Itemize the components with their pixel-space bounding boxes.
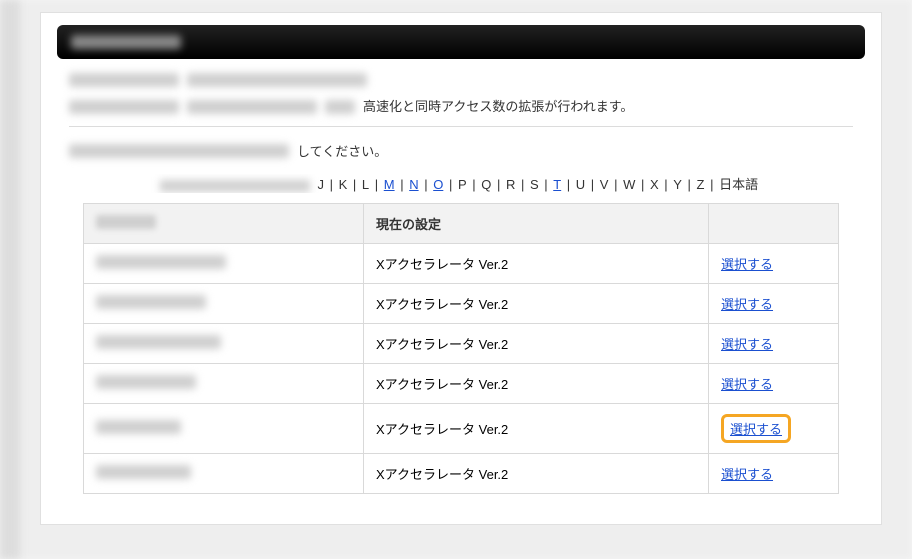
alpha-item-U: U xyxy=(574,177,587,192)
current-setting-cell: Xアクセラレータ Ver.2 xyxy=(364,324,709,364)
select-link[interactable]: 選択する xyxy=(730,422,782,437)
alpha-item-Q: Q xyxy=(479,177,493,192)
table-header-action xyxy=(709,204,839,244)
current-setting-cell: Xアクセラレータ Ver.2 xyxy=(364,284,709,324)
description-text: 高速化と同時アクセス数の拡張が行われます。 xyxy=(363,95,633,118)
action-cell: 選択する xyxy=(709,364,839,404)
alpha-index-nav: J | K | L | M | N | O | P | Q | R | S | … xyxy=(101,174,821,193)
domain-cell xyxy=(84,244,364,284)
alpha-link-N[interactable]: N xyxy=(407,177,420,192)
alpha-link-T[interactable]: T xyxy=(551,177,563,192)
alpha-item-Z: Z xyxy=(695,177,707,192)
table-row: Xアクセラレータ Ver.2 選択する xyxy=(84,284,839,324)
table-header-domain xyxy=(84,204,364,244)
panel-title-bar xyxy=(57,25,865,59)
alpha-item-日本語: 日本語 xyxy=(717,177,760,192)
domain-cell xyxy=(84,404,364,454)
select-link[interactable]: 選択する xyxy=(721,377,773,392)
alpha-item-J: J xyxy=(316,177,327,192)
action-cell: 選択する xyxy=(709,284,839,324)
alpha-item-K: K xyxy=(337,177,350,192)
instruction-line: してください。 xyxy=(69,141,853,160)
alpha-item-V: V xyxy=(598,177,611,192)
current-setting-cell: Xアクセラレータ Ver.2 xyxy=(364,454,709,494)
select-link[interactable]: 選択する xyxy=(721,297,773,312)
domain-cell xyxy=(84,454,364,494)
action-cell: 選択する xyxy=(709,324,839,364)
panel-title-blurred xyxy=(71,35,181,49)
domain-settings-table: 現在の設定 Xアクセラレータ Ver.2 選択する Xアクセラレータ Ver.2 選択… xyxy=(83,203,839,494)
domain-cell xyxy=(84,364,364,404)
alpha-link-O[interactable]: O xyxy=(431,177,445,192)
alpha-item-R: R xyxy=(504,177,517,192)
table-row: Xアクセラレータ Ver.2 選択する xyxy=(84,324,839,364)
action-cell: 選択する xyxy=(709,454,839,494)
divider xyxy=(69,126,853,127)
alpha-link-M[interactable]: M xyxy=(382,177,397,192)
table-row: Xアクセラレータ Ver.2 選択する xyxy=(84,364,839,404)
instruction-text: してください。 xyxy=(297,141,387,160)
alpha-item-X: X xyxy=(648,177,661,192)
alpha-nav-blurred-lead xyxy=(160,180,310,192)
alpha-item-Y: Y xyxy=(671,177,684,192)
table-row: Xアクセラレータ Ver.2 選択する xyxy=(84,244,839,284)
description-line-2: 高速化と同時アクセス数の拡張が行われます。 xyxy=(69,95,853,118)
table-header-current: 現在の設定 xyxy=(364,204,709,244)
alpha-item-P: P xyxy=(456,177,469,192)
table-row: Xアクセラレータ Ver.2 選択する xyxy=(84,404,839,454)
table-row: Xアクセラレータ Ver.2 選択する xyxy=(84,454,839,494)
current-setting-cell: Xアクセラレータ Ver.2 xyxy=(364,404,709,454)
action-cell: 選択する xyxy=(709,244,839,284)
highlight-ring: 選択する xyxy=(721,414,791,443)
alpha-item-W: W xyxy=(621,177,637,192)
domain-cell xyxy=(84,284,364,324)
alpha-item-S: S xyxy=(528,177,541,192)
description-line-1 xyxy=(69,73,853,87)
select-link[interactable]: 選択する xyxy=(721,337,773,352)
domain-cell xyxy=(84,324,364,364)
current-setting-cell: Xアクセラレータ Ver.2 xyxy=(364,364,709,404)
alpha-item-L: L xyxy=(360,177,371,192)
action-cell: 選択する xyxy=(709,404,839,454)
current-setting-cell: Xアクセラレータ Ver.2 xyxy=(364,244,709,284)
settings-panel: 高速化と同時アクセス数の拡張が行われます。 してください。 J | K | L … xyxy=(40,12,882,525)
select-link[interactable]: 選択する xyxy=(721,257,773,272)
select-link[interactable]: 選択する xyxy=(721,467,773,482)
